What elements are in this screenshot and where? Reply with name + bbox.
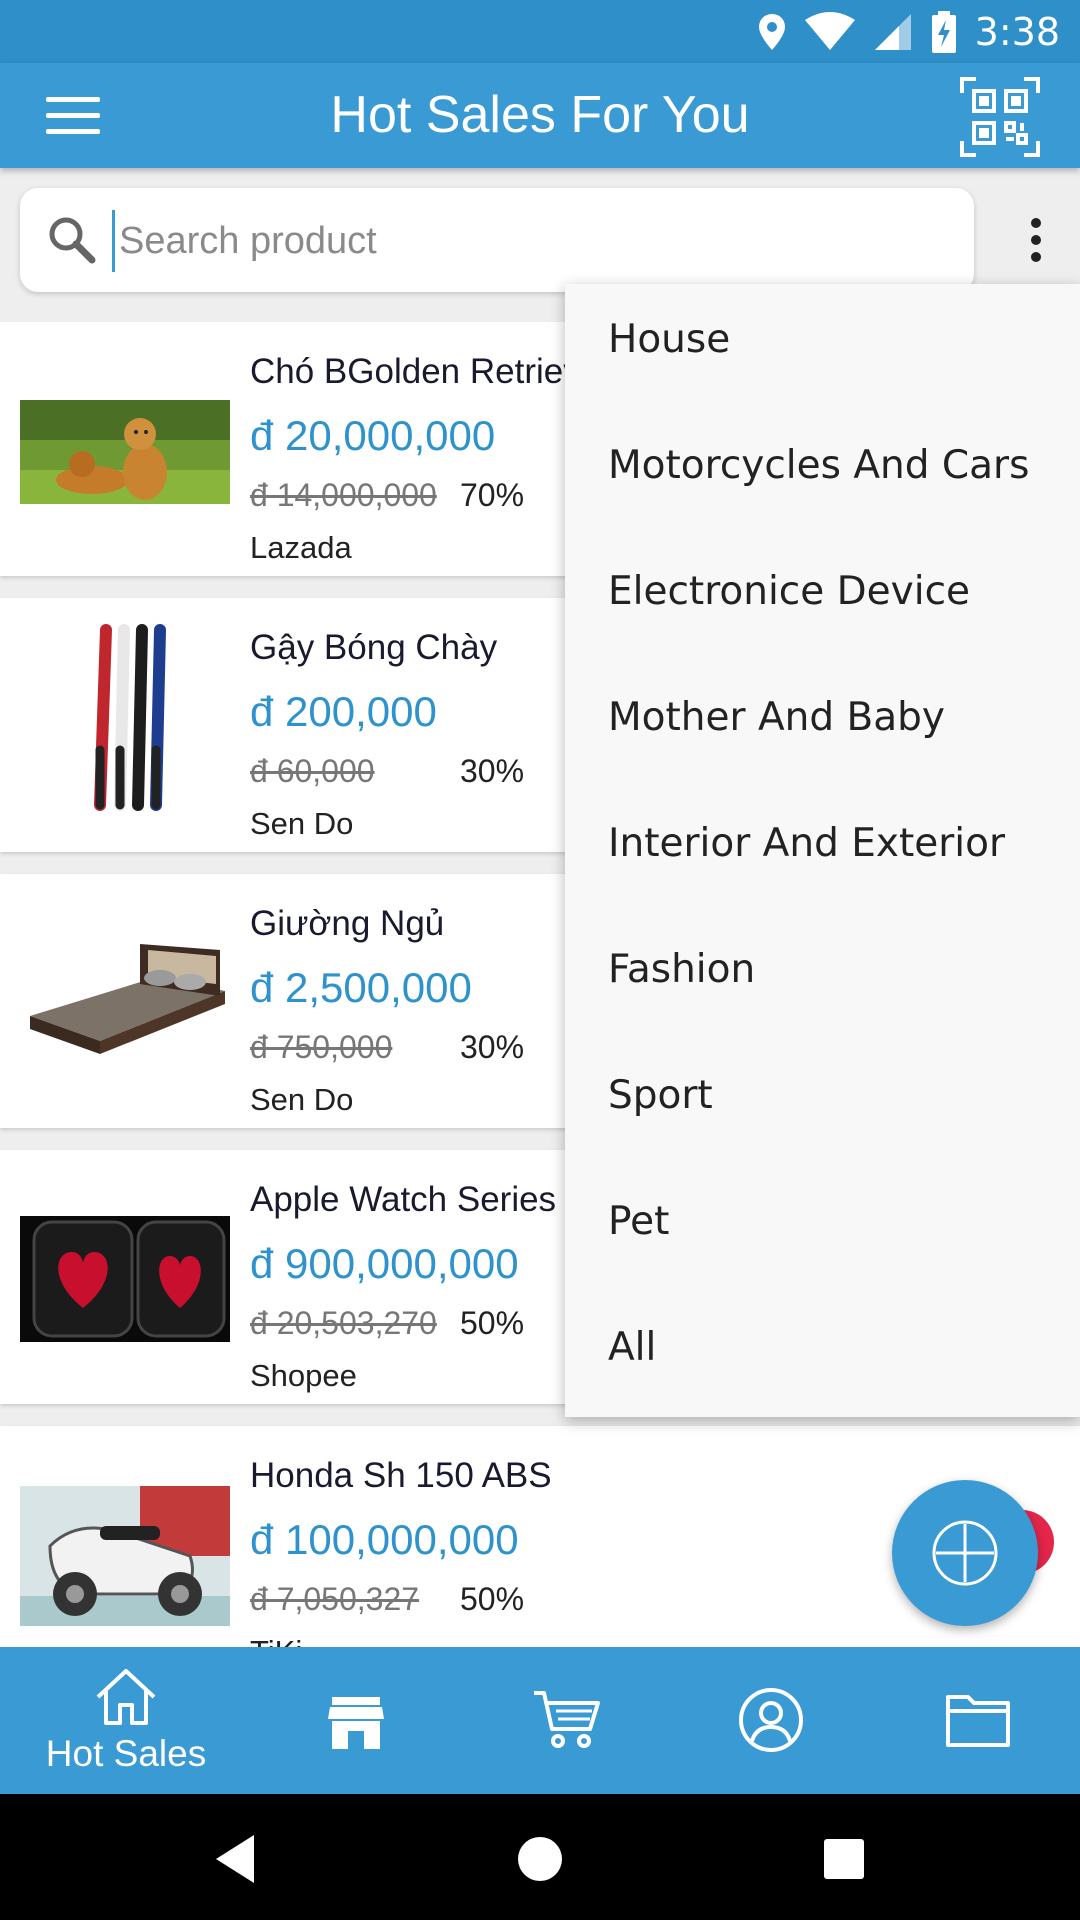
product-name: Chó BGolden Retriever (250, 352, 612, 391)
product-name: Gậy Bóng Chày (250, 628, 498, 667)
product-price: đ 20,000,000 (250, 412, 496, 459)
wifi-icon (804, 12, 855, 50)
product-price: đ 200,000 (250, 688, 437, 735)
category-dropdown-menu: House Motorcycles And Cars Electronice D… (565, 284, 1080, 1417)
nav-hot-sales[interactable]: Hot Sales (18, 1647, 234, 1794)
recents-icon[interactable] (814, 1829, 874, 1889)
nav-store[interactable] (248, 1647, 464, 1794)
product-store: Sen Do (250, 806, 354, 841)
back-icon[interactable] (206, 1829, 266, 1889)
golden-retriever-image (20, 400, 230, 504)
product-old-price: đ 750,000 (250, 1029, 393, 1065)
home-button-icon[interactable] (510, 1829, 570, 1889)
menu-item-pet[interactable]: Pet (565, 1159, 1080, 1285)
app-bar: Hot Sales For You (0, 63, 1080, 168)
product-discount: 50% (460, 1581, 525, 1617)
product-store: Shopee (250, 1358, 357, 1393)
baseball-bats-image (20, 620, 230, 820)
signal-icon (874, 14, 911, 50)
nav-cart[interactable] (456, 1647, 672, 1794)
crosshair-add-icon (932, 1520, 998, 1586)
bed-image (20, 936, 230, 1066)
apple-watch-image (20, 1216, 230, 1342)
profile-icon (739, 1688, 803, 1752)
menu-item-fashion[interactable]: Fashion (565, 907, 1080, 1033)
menu-item-all[interactable]: All (565, 1285, 1080, 1411)
menu-item-interior-and-exterior[interactable]: Interior And Exterior (565, 781, 1080, 907)
product-store: Sen Do (250, 1082, 354, 1117)
store-icon (328, 1697, 384, 1749)
more-options-icon[interactable] (1010, 210, 1060, 270)
product-old-price: đ 7,050,327 (250, 1581, 420, 1617)
qr-code-icon[interactable] (960, 77, 1040, 157)
nav-profile[interactable] (662, 1647, 878, 1794)
product-price: đ 2,500,000 (250, 964, 472, 1011)
home-icon (96, 1669, 156, 1725)
nav-label-hot-sales: Hot Sales (45, 1733, 207, 1774)
status-bar: 3:38 (0, 0, 1080, 63)
location-icon (758, 14, 785, 50)
search-icon (49, 217, 96, 264)
product-store: Lazada (250, 530, 352, 565)
product-price: đ 900,000,000 (250, 1240, 519, 1287)
bottom-nav: Hot Sales (0, 1647, 1080, 1794)
cart-icon (534, 1691, 600, 1748)
honda-scooter-image (20, 1486, 230, 1626)
menu-item-sport[interactable]: Sport (565, 1033, 1080, 1159)
search-input[interactable] (112, 210, 941, 272)
product-discount: 30% (460, 753, 525, 789)
nav-folder[interactable] (868, 1647, 1080, 1794)
product-discount: 30% (460, 1029, 525, 1065)
system-navigation-bar (0, 1794, 1080, 1920)
folder-icon (946, 1695, 1010, 1747)
product-discount: 50% (460, 1305, 525, 1341)
product-old-price: đ 14,000,000 (250, 477, 437, 513)
product-old-price: đ 60,000 (250, 753, 375, 789)
battery-charging-icon (931, 11, 956, 53)
product-name: Apple Watch Series 4 (250, 1180, 586, 1219)
fab-add-button[interactable] (892, 1480, 1038, 1626)
product-discount: 70% (460, 477, 525, 513)
menu-item-electronice-device[interactable]: Electronice Device (565, 529, 1080, 655)
product-name: Honda Sh 150 ABS (250, 1456, 552, 1495)
product-price: đ 100,000,000 (250, 1516, 519, 1563)
status-time: 3:38 (974, 10, 1060, 54)
menu-item-motorcycles-and-cars[interactable]: Motorcycles And Cars (565, 403, 1080, 529)
page-title: Hot Sales For You (330, 86, 750, 144)
menu-item-house[interactable]: House (565, 277, 1080, 403)
product-store: TiKi (250, 1634, 302, 1647)
menu-item-mother-and-baby[interactable]: Mother And Baby (565, 655, 1080, 781)
product-old-price: đ 20,503,270 (250, 1305, 437, 1341)
product-name: Giường Ngủ (250, 904, 445, 943)
